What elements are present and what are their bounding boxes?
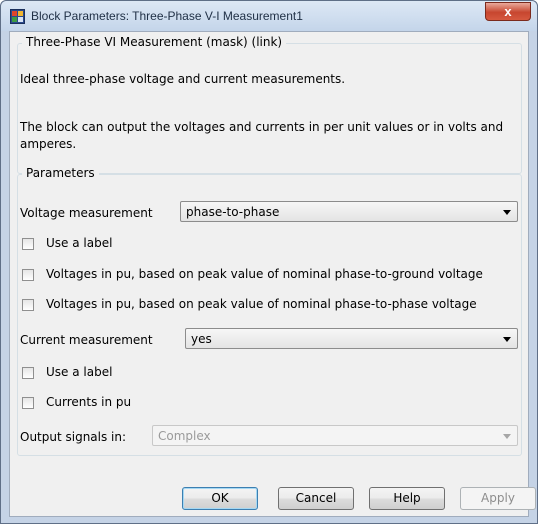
description-group-title: Three-Phase VI Measurement (mask) (link) (22, 35, 287, 49)
use-label-1-label: Use a label (46, 236, 113, 250)
description-line-1: Ideal three-phase voltage and current me… (20, 72, 346, 86)
description-line-2: The block can output the voltages and cu… (20, 120, 504, 151)
window-title: Block Parameters: Three-Phase V-I Measur… (31, 9, 303, 23)
simulink-block-icon (10, 9, 25, 24)
output-signals-label: Output signals in: (20, 430, 127, 444)
current-measurement-select[interactable]: yes (185, 328, 518, 349)
dialog-client-area: Three-Phase VI Measurement (mask) (link)… (9, 31, 536, 517)
ok-button[interactable]: OK (182, 487, 258, 510)
apply-button: Apply (460, 487, 536, 510)
close-icon: x (504, 4, 512, 19)
use-label-2-checkbox[interactable] (22, 367, 34, 379)
help-button[interactable]: Help (369, 487, 445, 510)
currents-pu-checkbox[interactable] (22, 397, 34, 409)
voltage-measurement-select[interactable]: phase-to-phase (180, 201, 518, 222)
voltages-pu-phase-phase-label: Voltages in pu, based on peak value of n… (46, 297, 477, 311)
voltages-pu-phase-phase-checkbox[interactable] (22, 299, 34, 311)
voltages-pu-phase-ground-label: Voltages in pu, based on peak value of n… (46, 267, 483, 281)
current-measurement-value: yes (191, 332, 212, 346)
dropdown-arrow-icon (503, 337, 511, 342)
dialog-window: Block Parameters: Three-Phase V-I Measur… (0, 0, 538, 524)
dropdown-arrow-icon (503, 434, 511, 439)
voltages-pu-phase-ground-checkbox[interactable] (22, 269, 34, 281)
description-group: Three-Phase VI Measurement (mask) (link)… (17, 35, 522, 174)
voltage-measurement-label: Voltage measurement (20, 206, 153, 220)
voltage-measurement-value: phase-to-phase (186, 205, 280, 219)
cancel-button[interactable]: Cancel (278, 487, 354, 510)
parameters-group-title: Parameters (22, 166, 99, 180)
close-button[interactable]: x (485, 2, 531, 21)
output-signals-value: Complex (158, 429, 211, 443)
output-signals-select: Complex (152, 425, 518, 446)
parameters-group: Parameters Voltage measurement phase-to-… (17, 166, 522, 456)
use-label-1-checkbox[interactable] (22, 238, 34, 250)
dropdown-arrow-icon (503, 210, 511, 215)
currents-pu-label: Currents in pu (46, 395, 132, 409)
current-measurement-label: Current measurement (20, 333, 153, 347)
use-label-2-label: Use a label (46, 365, 113, 379)
title-bar[interactable]: Block Parameters: Three-Phase V-I Measur… (1, 1, 537, 31)
